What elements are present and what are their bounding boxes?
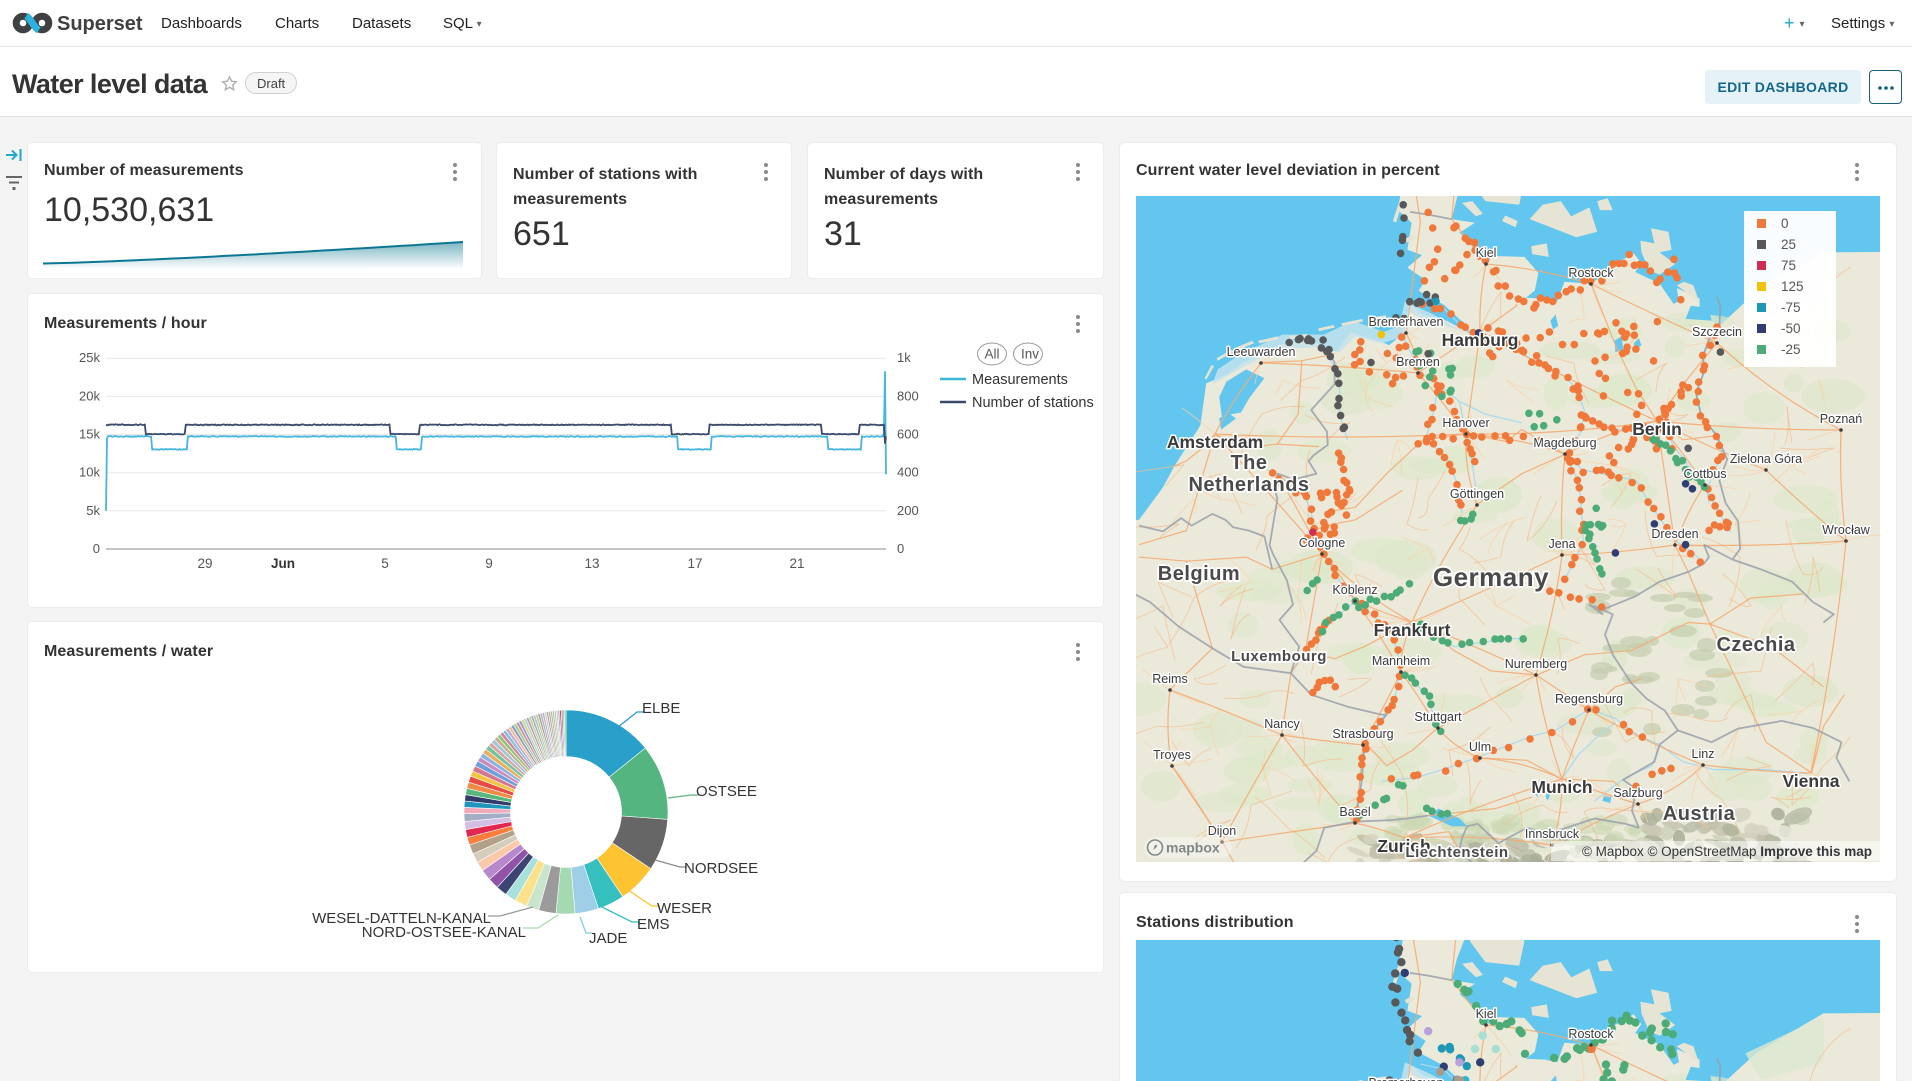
svg-text:Nancy: Nancy: [1264, 717, 1300, 731]
svg-text:-75: -75: [1781, 300, 1801, 315]
svg-text:15k: 15k: [79, 427, 100, 442]
svg-text:ELBE: ELBE: [642, 700, 680, 717]
svg-text:Berlin: Berlin: [1632, 419, 1682, 439]
svg-text:5: 5: [381, 556, 389, 571]
svg-text:Magdeburg: Magdeburg: [1533, 436, 1596, 450]
svg-text:Belgium: Belgium: [1158, 563, 1240, 585]
svg-text:Germany: Germany: [1433, 562, 1549, 592]
svg-text:Luxembourg: Luxembourg: [1231, 648, 1327, 665]
svg-text:9: 9: [485, 556, 493, 571]
svg-text:OSTSEE: OSTSEE: [696, 783, 757, 800]
svg-text:Liechtenstein: Liechtenstein: [1405, 844, 1508, 861]
svg-text:1k: 1k: [897, 350, 911, 365]
svg-text:Regensburg: Regensburg: [1555, 692, 1623, 706]
svg-text:Ulm: Ulm: [1469, 740, 1491, 754]
svg-text:Measurements: Measurements: [972, 372, 1068, 388]
svg-text:Czechia: Czechia: [1716, 634, 1795, 656]
svg-text:Cologne: Cologne: [1299, 536, 1346, 550]
svg-text:75: 75: [1781, 258, 1796, 273]
svg-text:© Mapbox © OpenStreetMap Impro: © Mapbox © OpenStreetMap Improve this ma…: [1582, 844, 1872, 859]
svg-text:Koblenz: Koblenz: [1332, 583, 1377, 597]
svg-text:Leeuwarden: Leeuwarden: [1227, 345, 1296, 359]
svg-text:Nuremberg: Nuremberg: [1505, 657, 1568, 671]
svg-text:JADE: JADE: [589, 930, 627, 947]
svg-text:Amsterdam: Amsterdam: [1167, 432, 1263, 452]
svg-text:Innsbruck: Innsbruck: [1525, 827, 1580, 841]
svg-text:400: 400: [897, 465, 919, 480]
svg-text:Göttingen: Göttingen: [1450, 487, 1504, 501]
svg-text:-25: -25: [1781, 342, 1801, 357]
svg-text:Cottbus: Cottbus: [1683, 467, 1726, 481]
svg-text:Bremerhaven: Bremerhaven: [1368, 315, 1443, 329]
svg-text:Strasbourg: Strasbourg: [1332, 727, 1393, 741]
svg-text:WESEL-DATTELN-KANAL: WESEL-DATTELN-KANAL: [312, 910, 491, 927]
svg-text:Stuttgart: Stuttgart: [1414, 710, 1462, 724]
svg-text:Frankfurt: Frankfurt: [1374, 620, 1451, 640]
svg-text:Mannheim: Mannheim: [1372, 654, 1430, 668]
svg-text:-50: -50: [1781, 321, 1801, 336]
svg-text:29: 29: [197, 556, 212, 571]
svg-text:Munich: Munich: [1531, 777, 1592, 797]
svg-text:600: 600: [897, 427, 919, 442]
svg-text:Superset: Superset: [57, 13, 143, 35]
svg-text:Bremerhaven: Bremerhaven: [1368, 1076, 1443, 1081]
svg-text:Szczecin: Szczecin: [1692, 325, 1742, 339]
svg-text:Jena: Jena: [1548, 537, 1575, 551]
svg-text:5k: 5k: [86, 503, 100, 518]
svg-text:Jun: Jun: [271, 556, 295, 571]
svg-text:Rostock: Rostock: [1568, 1027, 1614, 1041]
svg-text:17: 17: [687, 556, 702, 571]
svg-text:NORDSEE: NORDSEE: [684, 860, 758, 877]
svg-text:125: 125: [1781, 279, 1804, 294]
svg-text:Dijon: Dijon: [1208, 824, 1237, 838]
svg-text:Zielona Góra: Zielona Góra: [1730, 452, 1802, 466]
svg-text:Netherlands: Netherlands: [1188, 474, 1309, 496]
svg-text:Dresden: Dresden: [1651, 527, 1698, 541]
svg-text:Reims: Reims: [1152, 672, 1187, 686]
svg-text:200: 200: [897, 503, 919, 518]
svg-text:0: 0: [897, 541, 904, 556]
svg-text:Basel: Basel: [1339, 805, 1370, 819]
svg-text:25: 25: [1781, 237, 1796, 252]
svg-text:Rostock: Rostock: [1568, 266, 1614, 280]
svg-text:The: The: [1230, 452, 1267, 474]
svg-text:Linz: Linz: [1692, 747, 1715, 761]
svg-text:10k: 10k: [79, 465, 100, 480]
svg-text:Bremen: Bremen: [1396, 355, 1440, 369]
svg-text:Hamburg: Hamburg: [1442, 330, 1519, 350]
svg-text:All: All: [984, 347, 999, 362]
svg-text:20k: 20k: [79, 388, 100, 403]
svg-text:25k: 25k: [79, 350, 100, 365]
svg-text:Vienna: Vienna: [1782, 771, 1839, 791]
svg-text:0: 0: [93, 541, 100, 556]
svg-text:mapbox: mapbox: [1166, 840, 1220, 856]
svg-text:Poznań: Poznań: [1820, 412, 1862, 426]
svg-text:Inv: Inv: [1021, 347, 1039, 362]
svg-text:Wrocław: Wrocław: [1822, 523, 1871, 537]
svg-text:Austria: Austria: [1663, 803, 1736, 825]
svg-text:Number of stations: Number of stations: [972, 395, 1094, 411]
svg-text:Kiel: Kiel: [1476, 1007, 1497, 1021]
svg-text:13: 13: [584, 556, 599, 571]
svg-text:Kiel: Kiel: [1476, 246, 1497, 260]
svg-text:Troyes: Troyes: [1153, 748, 1191, 762]
svg-text:WESER: WESER: [657, 900, 712, 917]
svg-text:Hanover: Hanover: [1442, 416, 1489, 430]
svg-text:Salzburg: Salzburg: [1613, 786, 1662, 800]
svg-text:EMS: EMS: [637, 916, 670, 933]
svg-text:21: 21: [789, 556, 804, 571]
svg-text:0: 0: [1781, 216, 1789, 231]
svg-text:800: 800: [897, 388, 919, 403]
